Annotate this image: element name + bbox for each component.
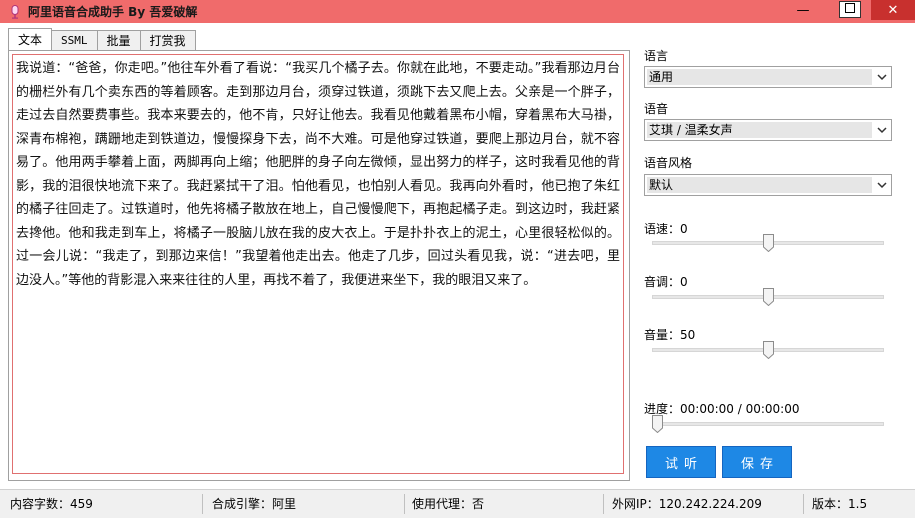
chevron-down-icon [876,70,888,84]
voice-style-select-value: 默认 [647,177,872,193]
version-value: 1.5 [848,497,868,511]
title-bar: 阿里语音合成助手 By 吾爱破解 — ✕ [0,0,915,23]
ip-status: 外网IP：120.242.224.209 [612,497,762,511]
engine-value: 阿里 [272,497,297,511]
language-select-value: 通用 [647,69,872,85]
tab-bar: 文本 SSML 批量 打赏我 [8,28,196,50]
voice-label: 语音 [644,102,669,116]
voice-select-value: 艾琪 / 温柔女声 [647,122,872,138]
chevron-down-icon [876,178,888,192]
progress-label: 进度：00:00:00 / 00:00:00 [644,402,800,416]
progress-slider-thumb[interactable] [652,415,663,434]
chevron-down-icon [876,123,888,137]
version-status: 版本：1.5 [812,497,868,511]
main-window: 文本 SSML 批量 打赏我 我说道：“爸爸，你走吧。”他往车外看了看说：“我买… [0,23,915,518]
ip-value: 120.242.224.209 [658,497,762,511]
volume-slider-thumb[interactable] [762,341,774,360]
char-count-value: 459 [70,497,93,511]
save-button[interactable]: 保存 [722,446,792,478]
status-divider [202,494,203,514]
pitch-slider-thumb[interactable] [762,288,774,307]
microphone-icon [8,4,22,19]
volume-label: 音量：50 [644,328,696,342]
minimize-button[interactable]: — [790,0,816,21]
preview-button[interactable]: 试听 [646,446,716,478]
tab-text[interactable]: 文本 [8,28,53,50]
close-icon: ✕ [887,2,899,18]
progress-value: 00:00:00 / 00:00:00 [680,402,800,416]
speed-value: 0 [680,222,688,236]
settings-panel: 语言 通用 语音 艾琪 / 温柔女声 语音风格 默认 语速：0 音调：0 音量：… [644,23,904,493]
voice-style-select[interactable]: 默认 [644,174,892,196]
tab-batch[interactable]: 批量 [96,30,141,50]
window-title: 阿里语音合成助手 By 吾爱破解 [28,5,198,19]
maximize-icon [845,2,855,17]
maximize-button[interactable] [839,1,861,18]
tab-ssml[interactable]: SSML [51,30,98,50]
minimize-icon: — [796,3,810,18]
speed-label: 语速：0 [644,222,688,236]
text-input[interactable]: 我说道：“爸爸，你走吧。”他往车外看了看说：“我买几个橘子去。你就在此地，不要走… [12,54,624,474]
volume-value: 50 [680,328,696,342]
pitch-label: 音调：0 [644,275,688,289]
engine-status: 合成引擎：阿里 [212,497,297,511]
language-select[interactable]: 通用 [644,66,892,88]
tab-donate[interactable]: 打赏我 [139,30,196,50]
progress-slider[interactable] [652,422,884,426]
char-count-status: 内容字数：459 [10,497,93,511]
proxy-value: 否 [472,497,485,511]
language-label: 语言 [644,49,669,63]
voice-style-label: 语音风格 [644,156,693,170]
voice-select[interactable]: 艾琪 / 温柔女声 [644,119,892,141]
text-panel: 我说道：“爸爸，你走吧。”他往车外看了看说：“我买几个橘子去。你就在此地，不要走… [8,50,630,481]
pitch-value: 0 [680,275,688,289]
status-bar: 内容字数：459 合成引擎：阿里 使用代理：否 外网IP：120.242.224… [0,489,915,518]
speed-slider-thumb[interactable] [762,234,774,253]
proxy-status: 使用代理：否 [412,497,485,511]
close-button[interactable]: ✕ [871,0,915,20]
